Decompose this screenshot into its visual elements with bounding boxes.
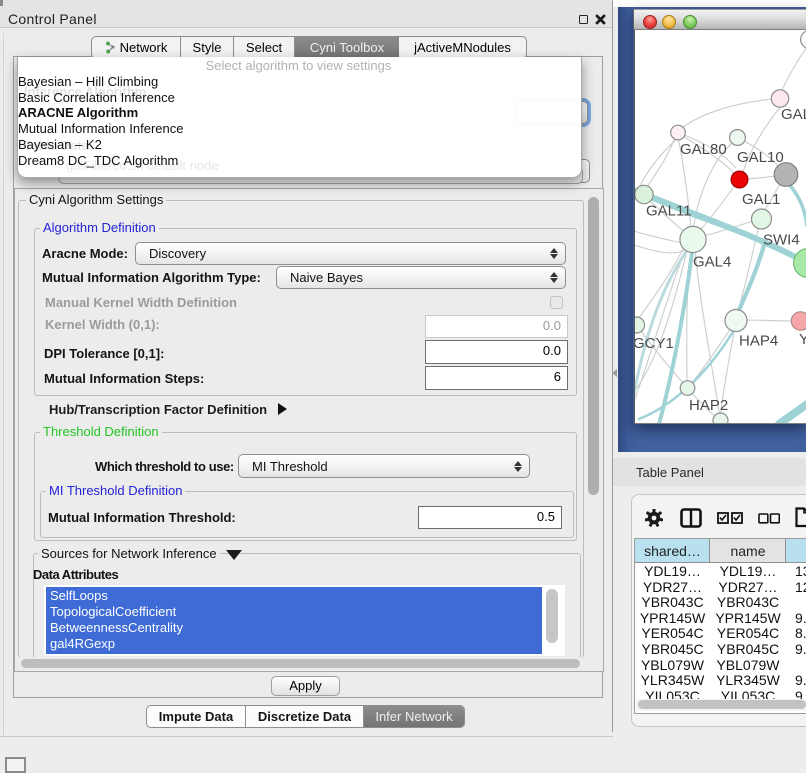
svg-text:HAP4: HAP4 [739, 333, 778, 350]
svg-text:GCY1: GCY1 [635, 335, 674, 352]
svg-text:GAL10: GAL10 [737, 149, 784, 166]
svg-text:Y: Y [799, 331, 806, 348]
svg-text:GAL2: GAL2 [781, 106, 806, 123]
svg-text:GAL1: GAL1 [742, 191, 780, 208]
svg-text:GAL4: GAL4 [693, 254, 731, 271]
svg-text:GAL11: GAL11 [646, 203, 692, 220]
svg-text:HAP2: HAP2 [689, 397, 728, 414]
svg-text:GAL80: GAL80 [680, 141, 727, 158]
svg-text:SWI4: SWI4 [763, 232, 800, 249]
